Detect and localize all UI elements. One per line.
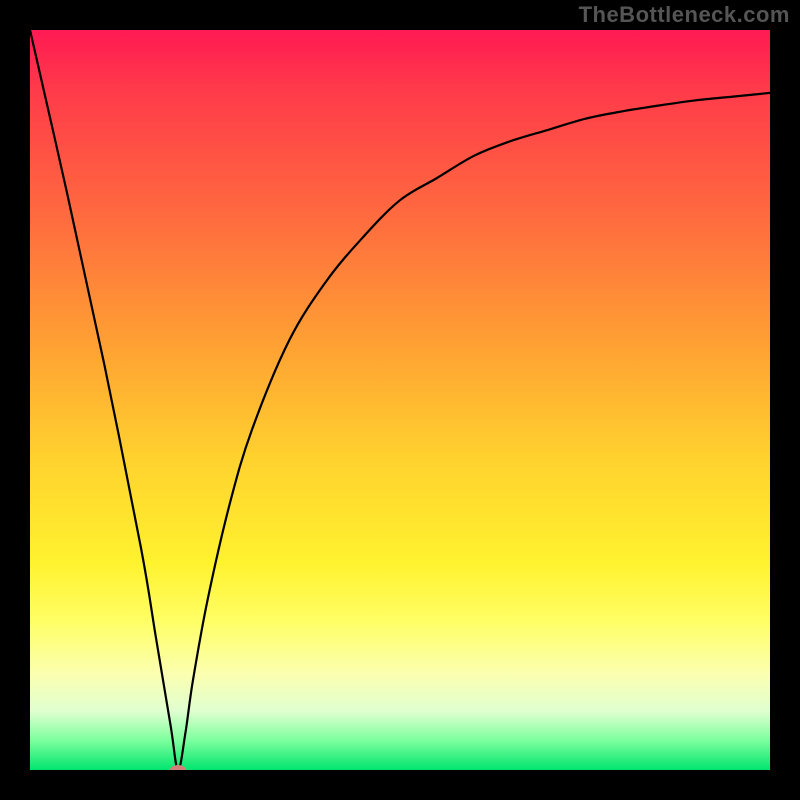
watermark-text: TheBottleneck.com bbox=[579, 2, 790, 28]
plot-area bbox=[30, 30, 770, 770]
bottleneck-curve bbox=[30, 30, 770, 770]
chart-container: TheBottleneck.com bbox=[0, 0, 800, 800]
curve-svg bbox=[30, 30, 770, 770]
min-point-marker bbox=[170, 765, 186, 770]
